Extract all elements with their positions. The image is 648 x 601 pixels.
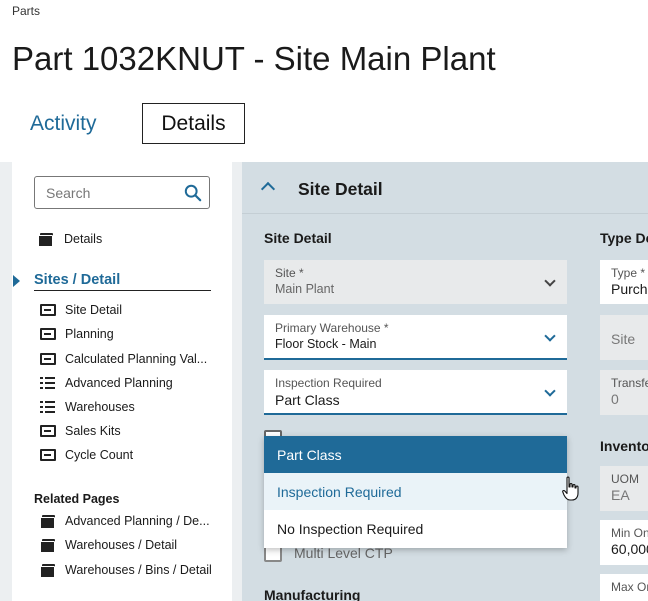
stack-icon [40,539,56,553]
dropdown-option-inspection-required[interactable]: Inspection Required [264,473,567,510]
form-icon [40,304,56,316]
form-icon [40,328,56,340]
sidebar-item-calculated-planning[interactable]: Calculated Planning Val... [40,352,207,366]
related-item-warehouses-bins[interactable]: Warehouses / Bins / Detail [40,563,212,578]
min-on-hand-value: 60,000 [611,541,648,557]
sidebar-item-label: Cycle Count [65,448,134,462]
related-item-label: Advanced Planning / De... [65,514,210,528]
primary-warehouse-label: Primary Warehouse * [275,321,389,335]
sidebar-section-sites-detail[interactable]: Sites / Detail [34,272,211,291]
inspection-required-field[interactable]: Inspection Required Part Class [264,370,567,415]
section-header[interactable]: Site Detail [242,162,648,214]
dropdown-option-no-inspection-required[interactable]: No Inspection Required [264,510,567,547]
sidebar-item-warehouses[interactable]: Warehouses [40,400,135,414]
uom-value: EA [611,487,630,503]
sidebar-item-details[interactable]: Details [38,232,103,247]
stack-icon [40,564,56,578]
min-on-hand-field[interactable]: Min On 60,000 [600,520,648,565]
sidebar-item-sales-kits[interactable]: Sales Kits [40,424,121,438]
max-on-hand-field[interactable]: Max On [600,574,648,601]
right-site-field[interactable]: Site [600,315,648,360]
breadcrumb[interactable]: Parts [12,4,40,18]
uom-field[interactable]: UOM EA [600,466,648,511]
search-icon[interactable] [184,184,202,202]
type-label: Type * [611,266,646,280]
inspection-required-value: Part Class [275,392,340,408]
related-item-label: Warehouses / Detail [65,538,178,552]
sidebar-item-label: Calculated Planning Val... [65,352,208,366]
max-on-hand-label: Max On [611,580,648,594]
primary-warehouse-value: Floor Stock - Main [275,337,377,351]
sidebar-item-label: Advanced Planning [65,376,173,390]
right-site-label: Site [611,331,636,347]
sidebar-item-label: Warehouses [65,400,135,414]
related-item-advanced-planning[interactable]: Advanced Planning / De... [40,514,210,529]
related-pages-heading: Related Pages [34,492,120,506]
sidebar-item-site-detail[interactable]: Site Detail [40,303,122,317]
sidebar-item-label: Site Detail [65,303,122,317]
min-on-hand-label: Min On [611,526,648,540]
uom-label: UOM [611,472,639,486]
site-label: Site * [275,266,304,280]
form-icon [40,425,56,437]
search-placeholder: Search [46,184,91,201]
type-value: Purch [611,281,648,297]
transfer-value: 0 [611,391,619,407]
inspection-dropdown-menu: Part Class Inspection Required No Inspec… [264,436,567,548]
inspection-required-label: Inspection Required [275,376,382,390]
manufacturing-heading: Manufacturing [264,587,361,601]
primary-warehouse-field[interactable]: Primary Warehouse * Floor Stock - Main [264,315,567,360]
transfer-label: Transfe [611,376,648,390]
section-title: Site Detail [298,179,383,199]
tab-activity[interactable]: Activity [30,103,97,144]
inventory-heading: Invento [600,438,648,454]
page: Parts Part 1032KNUT - Site Main Plant Ac… [0,0,648,601]
column-heading-site-detail: Site Detail [264,230,332,246]
list-icon [40,377,56,389]
dropdown-option-part-class[interactable]: Part Class [264,436,567,473]
form-icon [40,353,56,365]
panel-gap [232,162,242,601]
chevron-up-icon[interactable] [260,181,276,197]
page-title: Part 1032KNUT - Site Main Plant [12,40,496,77]
site-field[interactable]: Site * Main Plant [264,260,567,304]
related-item-warehouses-detail[interactable]: Warehouses / Detail [40,538,178,553]
sidebar-item-planning[interactable]: Planning [40,327,114,341]
stack-icon [38,233,54,247]
sidebar-item-advanced-planning[interactable]: Advanced Planning [40,376,173,390]
list-icon [40,401,56,413]
sidebar-item-label: Details [64,232,103,246]
column-heading-type: Type De [600,230,648,246]
hand-cursor-icon [562,476,579,501]
site-value: Main Plant [275,282,335,296]
transfer-field[interactable]: Transfe 0 [600,370,648,415]
left-edge [0,162,12,601]
form-icon [40,449,56,461]
sidebar-item-label: Sales Kits [65,424,121,438]
search-input[interactable]: Search [34,176,210,209]
related-item-label: Warehouses / Bins / Detail [65,563,212,577]
sidebar-item-cycle-count[interactable]: Cycle Count [40,448,133,462]
type-field[interactable]: Type * Purch [600,260,648,304]
section-arrow-icon [13,275,20,287]
sidebar: Search Details Sites / Detail Site Detai… [12,162,232,601]
tab-details[interactable]: Details [142,103,245,144]
stack-icon [40,515,56,529]
sidebar-item-label: Planning [65,327,114,341]
